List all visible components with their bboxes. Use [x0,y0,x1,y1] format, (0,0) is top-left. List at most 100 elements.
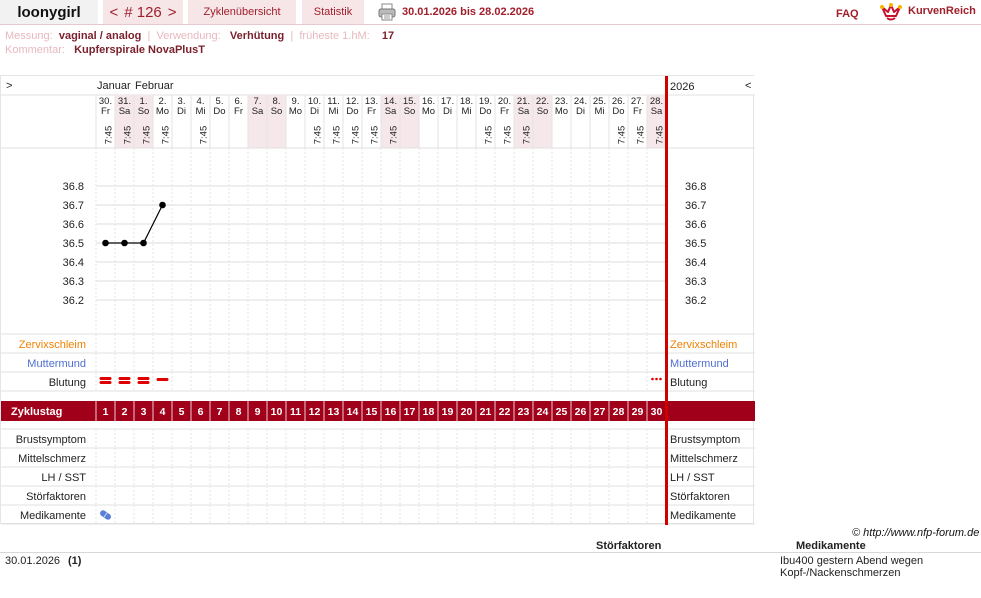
cycle-chart: > <2026 Januar Februar 30. Fr 7:45 31. Sa 7:45 1. S… [0,75,755,525]
y-tick-label: 36.4 [63,257,84,269]
medikamente-header: Medikamente [796,540,866,552]
cycle-day-number: 10 [271,406,283,418]
pill-icon[interactable] [99,509,112,521]
measure-time: 7:45 [484,126,495,145]
day-weekday: So [537,106,549,117]
next-cycle-button[interactable]: > [168,4,177,21]
measure-time: 7:45 [161,126,172,145]
cycle-day-number: 29 [632,406,644,418]
day-weekday: Do [612,106,624,117]
day-weekday: Fr [234,106,243,117]
temp-point[interactable] [102,239,109,247]
day-weekday: Sa [651,106,663,117]
day-weekday: Fr [500,106,509,117]
hm-value: 17 [381,30,395,42]
row-zervixschleim-label-right: Zervixschleim [670,339,737,351]
cycle-day-number: 18 [423,406,435,418]
y-tick-label: 36.5 [63,238,84,250]
row-stoerfaktoren-label-right: Störfaktoren [670,491,730,503]
day-weekday: So [404,106,416,117]
row-stoerfaktoren-label: Störfaktoren [26,491,86,503]
stoerfaktoren-header: Störfaktoren [596,540,662,552]
faq-link[interactable]: FAQ [836,8,859,20]
cycle-day-number: 5 [179,406,185,418]
row-brustsymptom-label-right: Brustsymptom [670,434,740,446]
day-weekday: So [138,106,150,117]
row-lh-sst-label: LH / SST [41,472,86,484]
day-weekday: Mo [289,106,302,117]
cycle-day-number: 28 [613,406,625,418]
measure-time: 7:45 [389,126,400,145]
temp-point[interactable] [140,239,147,247]
cycle-day-number: 17 [404,406,416,418]
divider [0,24,981,25]
copyright: © http://www.nfp-forum.de [852,527,980,539]
note-date: 30.01.2026 [5,555,61,567]
bleeding-heavy-icon [137,377,150,380]
day-weekday: Sa [252,106,264,117]
day-weekday: Di [576,106,585,117]
day-weekday: Sa [518,106,530,117]
month-label: Februar [135,80,174,92]
bleeding-heavy-icon [118,381,131,384]
row-muttermund-label: Muttermund [27,358,86,370]
y-tick-label-right: 36.4 [685,257,706,269]
y-tick-label: 36.2 [63,295,84,307]
measure-time: 7:45 [351,126,362,145]
day-weekday: Di [310,106,319,117]
messung-value: vaginal / analog [58,30,142,42]
cycle-day-number: 30 [651,406,663,418]
tab-statistics[interactable]: Statistik [302,0,364,24]
y-tick-label-right: 36.7 [685,200,706,212]
username: loonygirl [0,0,98,24]
printer-icon[interactable] [378,3,396,21]
row-lh-sst-label-right: LH / SST [670,472,715,484]
cycle-day-number: 15 [366,406,378,418]
day-weekday: Fr [101,106,110,117]
bleeding-heavy-icon [118,377,131,380]
zyklustag-label: Zyklustag [11,406,62,418]
chart-canvas: > <2026Januar Februar30.Fr7:4531.Sa7:451.S… [1,76,755,525]
kurvenreich-logo[interactable]: KurvenReich [880,2,980,22]
spotting-icon [651,377,654,381]
cycle-day-number: 25 [556,406,568,418]
day-weekday: Mi [461,106,471,117]
year-label: 2026 [670,81,694,93]
temp-point[interactable] [121,239,128,247]
measure-time: 7:45 [123,126,134,145]
row-mittelschmerz-label: Mittelschmerz [18,453,86,465]
crown-icon [880,3,902,21]
cycle-day-number: 4 [160,406,166,418]
spotting-icon [655,377,658,381]
cycle-day-number: 20 [461,406,473,418]
y-tick-label: 36.8 [63,181,84,193]
prev-cycle-button[interactable]: < [109,4,118,21]
separator: | [287,30,297,42]
cycle-day-number: 19 [442,406,454,418]
cycle-day-number: 1 [103,406,109,418]
chart-prev-button[interactable]: > [6,80,12,92]
cycle-day-number: 13 [328,406,340,418]
cycle-day-number: 21 [480,406,492,418]
measure-time: 7:45 [142,126,153,145]
day-weekday: Fr [633,106,642,117]
measure-time: 7:45 [636,126,647,145]
cycle-day-number: 22 [499,406,511,418]
day-weekday: Do [479,106,491,117]
chart-next-button[interactable]: < [745,80,751,92]
day-weekday: Mi [195,106,205,117]
y-tick-label-right: 36.3 [685,276,706,288]
day-weekday: Sa [119,106,131,117]
y-tick-label: 36.3 [63,276,84,288]
tab-cycle-overview[interactable]: Zyklenübersicht [188,0,296,24]
cycle-day-number: 26 [575,406,587,418]
cycle-day-number: 2 [122,406,128,418]
y-tick-label-right: 36.5 [685,238,706,250]
measure-time: 7:45 [617,126,628,145]
cycle-day-number: 27 [594,406,606,418]
measure-time: 7:45 [370,126,381,145]
info-line-1: Messung: vaginal / analog | Verwendung: … [5,30,394,42]
temp-point[interactable] [159,201,166,209]
cycle-day-number: 8 [236,406,242,418]
cycle-day-number: 16 [385,406,397,418]
